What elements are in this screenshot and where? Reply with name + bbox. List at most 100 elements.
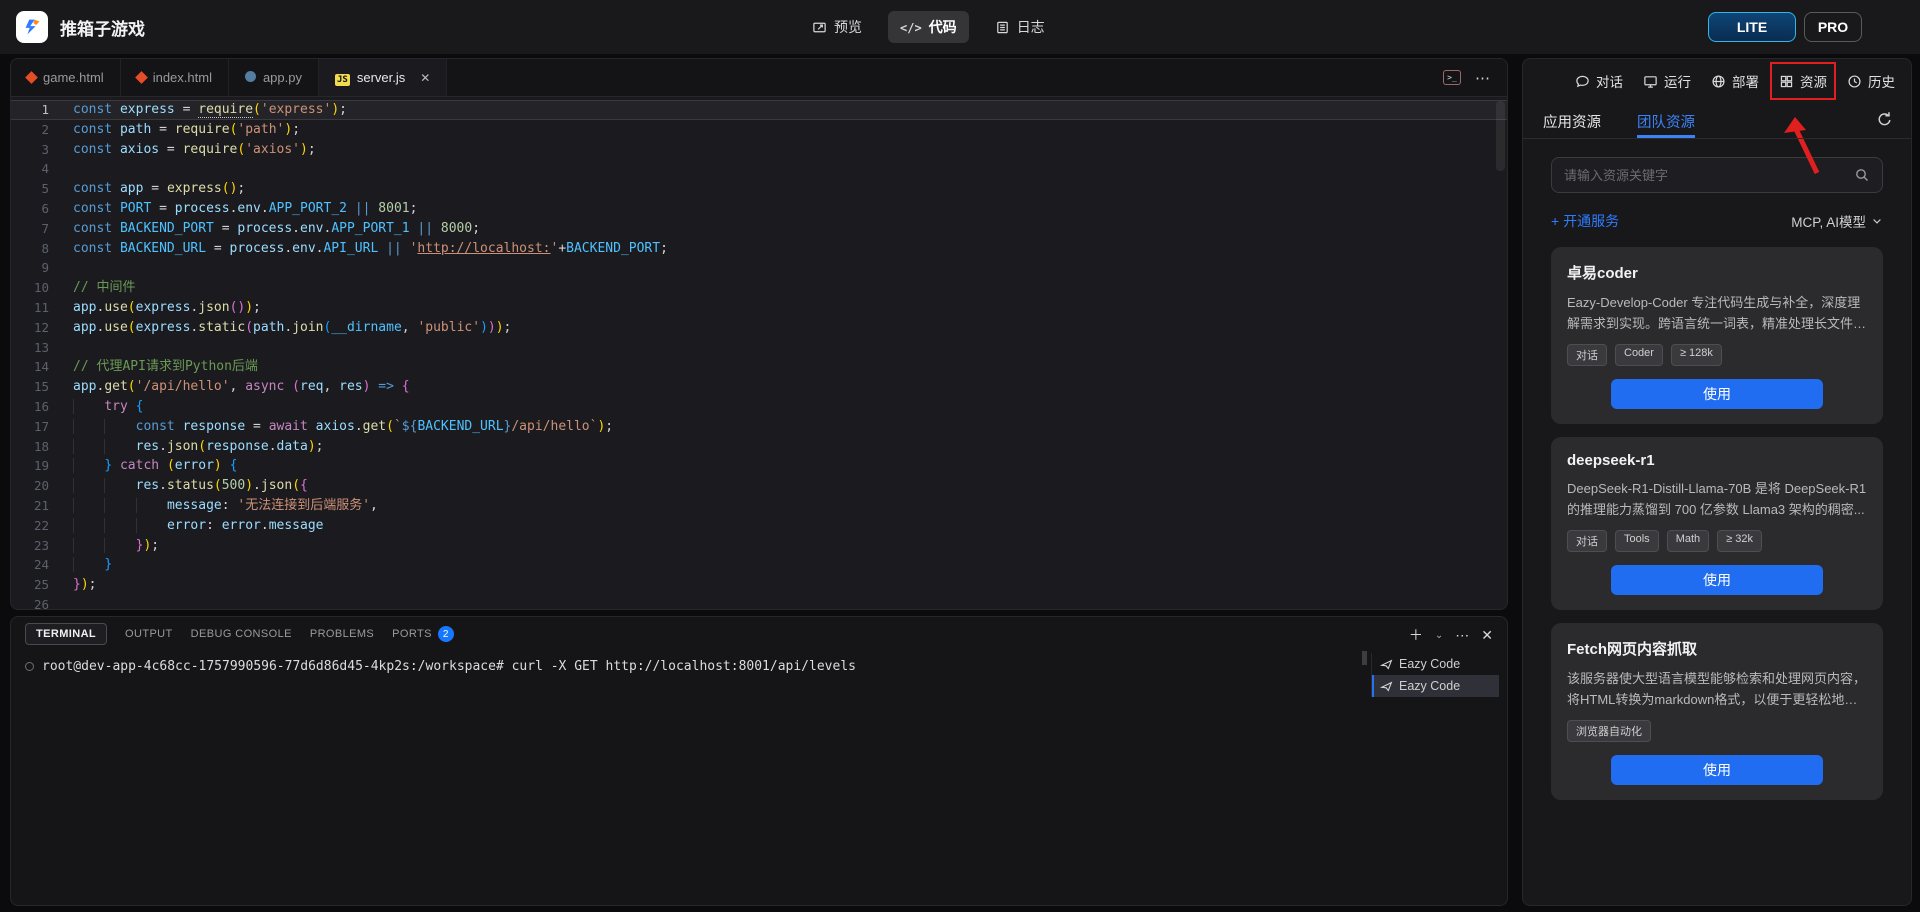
- code-line[interactable]: 7const BACKEND_PORT = process.env.APP_PO…: [11, 219, 1507, 239]
- terminal-session-item[interactable]: Eazy Code: [1372, 653, 1499, 675]
- search-icon[interactable]: [1854, 167, 1870, 183]
- code-line[interactable]: 4: [11, 159, 1507, 179]
- use-button[interactable]: 使用: [1611, 379, 1823, 409]
- terminal-session-list: Eazy CodeEazy Code: [1371, 653, 1499, 697]
- panel-nav-历史[interactable]: 历史: [1847, 71, 1895, 91]
- terminal-tabs: TERMINAL OUTPUT DEBUG CONSOLE PROBLEMS PORTS…: [11, 617, 1507, 651]
- code-line[interactable]: 18 res.json(response.data);: [11, 437, 1507, 457]
- editor-tab-game.html[interactable]: game.html: [11, 59, 121, 96]
- code-line[interactable]: 19 } catch (error) {: [11, 456, 1507, 476]
- code-line[interactable]: 22 error: error.message: [11, 516, 1507, 536]
- terminal-tab-debug-console[interactable]: DEBUG CONSOLE: [191, 628, 292, 640]
- terminal-scrollbar[interactable]: [1362, 651, 1367, 665]
- code-line[interactable]: 26: [11, 595, 1507, 610]
- terminal-dropdown-icon[interactable]: ⌄: [1435, 630, 1443, 641]
- code-line[interactable]: 23 });: [11, 536, 1507, 556]
- terminal-prompt: root@dev-app-4c68cc-1757990596-77d6d86d4…: [42, 659, 856, 674]
- preview-icon: [812, 20, 827, 35]
- rocket-icon: [1380, 658, 1393, 671]
- resources-tab-应用资源[interactable]: 应用资源: [1543, 111, 1601, 138]
- panel-nav-对话[interactable]: 对话: [1575, 71, 1623, 91]
- card-tag: ≥ 128k: [1671, 344, 1722, 366]
- editor-more-icon[interactable]: ⋯: [1475, 69, 1491, 87]
- code-line[interactable]: 2const path = require('path');: [11, 120, 1507, 140]
- category-filter[interactable]: MCP, AI模型: [1791, 211, 1883, 231]
- line-number: 20: [11, 476, 73, 496]
- use-button[interactable]: 使用: [1611, 755, 1823, 785]
- editor-scrollbar[interactable]: [1496, 101, 1505, 171]
- command-status-icon: [25, 662, 34, 671]
- code-line[interactable]: 3const axios = require('axios');: [11, 140, 1507, 160]
- code-line[interactable]: 15app.get('/api/hello', async (req, res)…: [11, 377, 1507, 397]
- plan-button-pro[interactable]: PRO: [1804, 12, 1862, 42]
- terminal-tab-problems[interactable]: PROBLEMS: [310, 628, 374, 640]
- card-tag: ≥ 32k: [1717, 530, 1762, 552]
- code-line[interactable]: 20 res.status(500).json({: [11, 476, 1507, 496]
- file-icon-python: [245, 70, 256, 85]
- card-description: 该服务器使大型语言模型能够检索和处理网页内容，将HTML转换为markdown格…: [1567, 668, 1867, 710]
- terminal-output-line[interactable]: root@dev-app-4c68cc-1757990596-77d6d86d4…: [11, 651, 1507, 674]
- line-number: 14: [11, 357, 73, 377]
- code-area[interactable]: 1const express = require('express');2con…: [11, 97, 1507, 610]
- terminal-session-item[interactable]: Eazy Code: [1372, 675, 1499, 697]
- close-panel-icon[interactable]: ✕: [1481, 627, 1493, 644]
- code-line[interactable]: 5const app = express();: [11, 179, 1507, 199]
- terminal-more-icon[interactable]: ⋯: [1455, 627, 1469, 644]
- editor-tab-index.html[interactable]: index.html: [121, 59, 229, 96]
- line-number: 2: [11, 120, 73, 140]
- line-number: 11: [11, 298, 73, 318]
- use-button[interactable]: 使用: [1611, 565, 1823, 595]
- resources-panel: 对话运行部署资源历史 应用资源团队资源 + 开通服务 MCP, AI模型 卓易c…: [1522, 58, 1912, 906]
- editor-tabstrip: game.htmlindex.htmlapp.pyJSserver.js✕ >_…: [11, 59, 1507, 97]
- card-tag: Math: [1667, 530, 1709, 552]
- code-line[interactable]: 24 }: [11, 555, 1507, 575]
- code-line[interactable]: 12app.use(express.static(path.join(__dir…: [11, 318, 1507, 338]
- code-line[interactable]: 9: [11, 258, 1507, 278]
- editor-tab-server.js[interactable]: JSserver.js✕: [319, 59, 447, 96]
- open-terminal-icon[interactable]: >_: [1443, 70, 1461, 85]
- top-bar: 推箱子游戏 预览</>代码日志 LITEPRO: [0, 0, 1920, 54]
- code-line[interactable]: 25});: [11, 575, 1507, 595]
- close-icon[interactable]: ✕: [420, 71, 430, 85]
- code-line[interactable]: 11app.use(express.json());: [11, 298, 1507, 318]
- resources-nav: 对话运行部署资源历史: [1523, 59, 1911, 103]
- search-input[interactable]: [1564, 168, 1854, 183]
- app-logo-icon: [21, 16, 43, 38]
- terminal-tab-ports[interactable]: PORTS2: [392, 626, 454, 642]
- open-service-link[interactable]: + 开通服务: [1551, 211, 1619, 231]
- card-tag: 对话: [1567, 344, 1607, 366]
- plan-button-lite[interactable]: LITE: [1708, 12, 1796, 42]
- code-line[interactable]: 21 message: '无法连接到后端服务',: [11, 496, 1507, 516]
- code-line[interactable]: 8const BACKEND_URL = process.env.API_URL…: [11, 239, 1507, 259]
- view-tab-预览[interactable]: 预览: [800, 11, 874, 43]
- card-description: Eazy-Develop-Coder 专注代码生成与补全，深度理解需求到实现。跨…: [1567, 292, 1867, 334]
- line-number: 22: [11, 516, 73, 536]
- editor-tab-app.py[interactable]: app.py: [229, 59, 319, 96]
- panel-nav-运行[interactable]: 运行: [1643, 71, 1691, 91]
- terminal-tab-terminal[interactable]: TERMINAL: [25, 623, 107, 645]
- refresh-icon[interactable]: [1876, 111, 1893, 128]
- code-line[interactable]: 1const express = require('express');: [11, 100, 1507, 120]
- line-number: 17: [11, 417, 73, 437]
- resources-tab-团队资源[interactable]: 团队资源: [1637, 111, 1695, 138]
- view-tab-日志[interactable]: 日志: [983, 11, 1057, 43]
- terminal-tab-output[interactable]: OUTPUT: [125, 628, 173, 640]
- code-line[interactable]: 10// 中间件: [11, 278, 1507, 298]
- code-line[interactable]: 16 try {: [11, 397, 1507, 417]
- app-logo[interactable]: [16, 11, 48, 43]
- panel-nav-部署[interactable]: 部署: [1711, 71, 1759, 91]
- code-line[interactable]: 14// 代理API请求到Python后端: [11, 357, 1507, 377]
- code-line[interactable]: 17 const response = await axios.get(`${B…: [11, 417, 1507, 437]
- code-line[interactable]: 13: [11, 338, 1507, 358]
- view-tab-代码[interactable]: </>代码: [888, 11, 969, 43]
- line-number: 16: [11, 397, 73, 417]
- card-title: deepseek-r1: [1567, 452, 1867, 469]
- panel-nav-资源[interactable]: 资源: [1779, 71, 1827, 91]
- card-tag: 对话: [1567, 530, 1607, 552]
- card-tags: 对话Coder≥ 128k: [1567, 344, 1867, 366]
- line-number: 3: [11, 140, 73, 160]
- code-line[interactable]: 6const PORT = process.env.APP_PORT_2 || …: [11, 199, 1507, 219]
- card-tag: 浏览器自动化: [1567, 720, 1651, 742]
- new-terminal-icon[interactable]: ＋: [1409, 625, 1423, 645]
- line-number: 25: [11, 575, 73, 595]
